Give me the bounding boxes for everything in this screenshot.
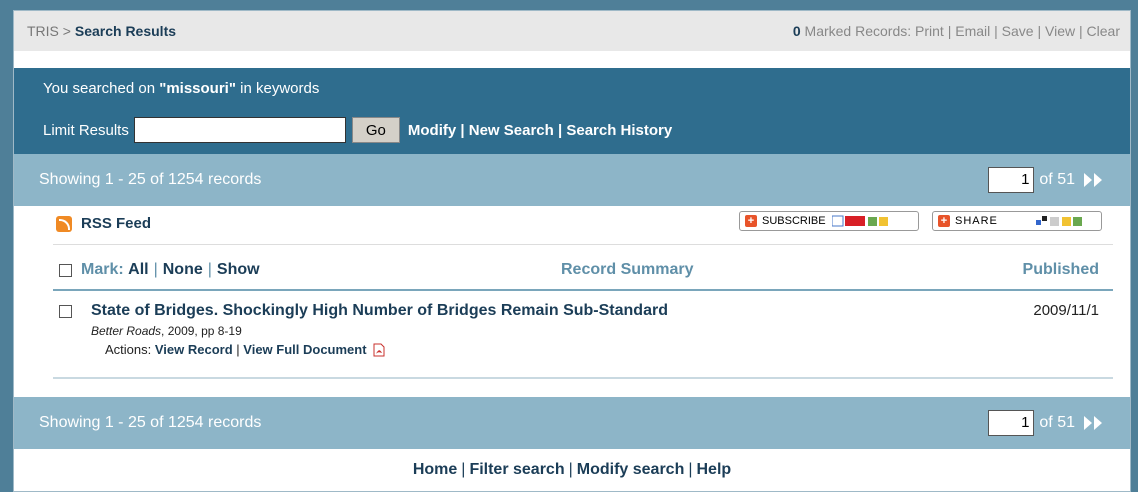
- plus-icon: +: [938, 215, 950, 227]
- record-checkbox[interactable]: [59, 305, 72, 318]
- record-title-link[interactable]: State of Bridges. Shockingly High Number…: [91, 302, 668, 320]
- save-link[interactable]: Save: [1002, 23, 1034, 39]
- published-header[interactable]: Published: [1023, 261, 1099, 279]
- modify-link[interactable]: Modify: [408, 122, 456, 139]
- clear-link[interactable]: Clear: [1087, 23, 1120, 39]
- results-bar-bottom: Showing 1 - 25 of 1254 records 1 of 51: [14, 397, 1130, 449]
- pdf-icon[interactable]: [373, 343, 385, 357]
- search-suffix: in keywords: [240, 80, 320, 97]
- print-link[interactable]: Print: [915, 23, 944, 39]
- record-source-details: , 2009, pp 8-19: [161, 324, 242, 338]
- search-description: You searched on "missouri" in keywords: [43, 80, 319, 97]
- limit-results-row: Limit Results Go Modify | New Search | S…: [43, 117, 672, 143]
- record-published-date: 2009/11/1: [1033, 302, 1099, 319]
- search-history-link[interactable]: Search History: [566, 122, 672, 139]
- record-summary-header[interactable]: Record Summary: [561, 261, 694, 279]
- breadcrumb-root[interactable]: TRIS: [27, 23, 59, 39]
- subscribe-button[interactable]: + SUBSCRIBE: [739, 211, 919, 231]
- breadcrumb: TRIS > Search Results: [27, 23, 176, 39]
- mark-all-checkbox[interactable]: [59, 263, 72, 277]
- feed-reader-icons: [831, 215, 888, 227]
- search-term: "missouri": [159, 80, 236, 97]
- mark-label: Mark:: [81, 261, 124, 278]
- record-actions: Actions: View Record | View Full Documen…: [105, 342, 385, 357]
- view-link[interactable]: View: [1045, 23, 1075, 39]
- new-search-link[interactable]: New Search: [469, 122, 554, 139]
- double-chevron-right-icon[interactable]: [1083, 415, 1105, 431]
- page-count: of 51: [1039, 414, 1075, 431]
- limit-results-label: Limit Results: [43, 121, 129, 139]
- search-summary-band: You searched on "missouri" in keywords L…: [14, 68, 1130, 154]
- share-label: SHARE: [955, 215, 998, 227]
- share-service-icons: [1035, 216, 1082, 226]
- search-links: Modify | New Search | Search History: [407, 121, 673, 139]
- filter-search-link[interactable]: Filter search: [469, 461, 564, 478]
- results-bar-top: Showing 1 - 25 of 1254 records 1 of 51: [14, 154, 1130, 206]
- results-header-row: Mark: All | None | Show Record Summary P…: [39, 256, 1117, 284]
- top-bar: TRIS > Search Results 0 Marked Records: …: [14, 11, 1130, 51]
- limit-results-input[interactable]: [133, 117, 346, 143]
- footer-links: Home | Filter search | Modify search | Help: [412, 461, 732, 478]
- mark-show-link[interactable]: Show: [217, 261, 260, 279]
- showing-text: Showing 1 - 25 of 1254 records: [39, 171, 262, 188]
- page-number-input[interactable]: 1: [988, 167, 1035, 193]
- go-button[interactable]: Go: [351, 117, 400, 143]
- marked-count: 0: [792, 23, 801, 39]
- view-full-document-link[interactable]: View Full Document: [243, 342, 366, 357]
- marked-label: Marked Records:: [804, 23, 912, 39]
- page-number-input[interactable]: 1: [988, 410, 1035, 436]
- pager: 1 of 51: [988, 410, 1105, 436]
- search-prefix: You searched on: [43, 80, 156, 97]
- help-link[interactable]: Help: [697, 461, 732, 478]
- breadcrumb-current: Search Results: [74, 23, 177, 39]
- actions-label: Actions:: [105, 342, 152, 357]
- breadcrumb-separator: >: [62, 23, 71, 39]
- mark-controls: Mark: All | None | Show: [59, 261, 260, 279]
- page-frame: TRIS > Search Results 0 Marked Records: …: [13, 10, 1131, 492]
- plus-icon: +: [745, 215, 757, 227]
- modify-search-link[interactable]: Modify search: [577, 461, 685, 478]
- divider: [53, 244, 1113, 245]
- share-button[interactable]: + SHARE: [932, 211, 1102, 231]
- rss-feed-link[interactable]: RSS Feed: [56, 215, 151, 232]
- rss-icon: [56, 215, 72, 232]
- home-link[interactable]: Home: [413, 461, 457, 478]
- page-count: of 51: [1039, 171, 1075, 188]
- email-link[interactable]: Email: [955, 23, 990, 39]
- rss-feed-label: RSS Feed: [81, 215, 152, 232]
- record-journal: Better Roads: [91, 324, 162, 338]
- double-chevron-right-icon[interactable]: [1083, 172, 1105, 188]
- header-divider: [53, 289, 1113, 291]
- record-source: Better Roads, 2009, pp 8-19: [91, 324, 242, 338]
- mark-all-link[interactable]: All: [128, 261, 148, 279]
- subscribe-label: SUBSCRIBE: [762, 215, 826, 227]
- mark-none-link[interactable]: None: [163, 261, 203, 279]
- marked-records: 0 Marked Records: Print | Email | Save |…: [792, 23, 1120, 39]
- view-record-link[interactable]: View Record: [155, 342, 233, 357]
- showing-text: Showing 1 - 25 of 1254 records: [39, 414, 262, 431]
- row-divider: [53, 377, 1113, 379]
- pager: 1 of 51: [988, 167, 1105, 193]
- results-card: RSS Feed + SUBSCRIBE + SHARE Mark: All |…: [39, 206, 1117, 397]
